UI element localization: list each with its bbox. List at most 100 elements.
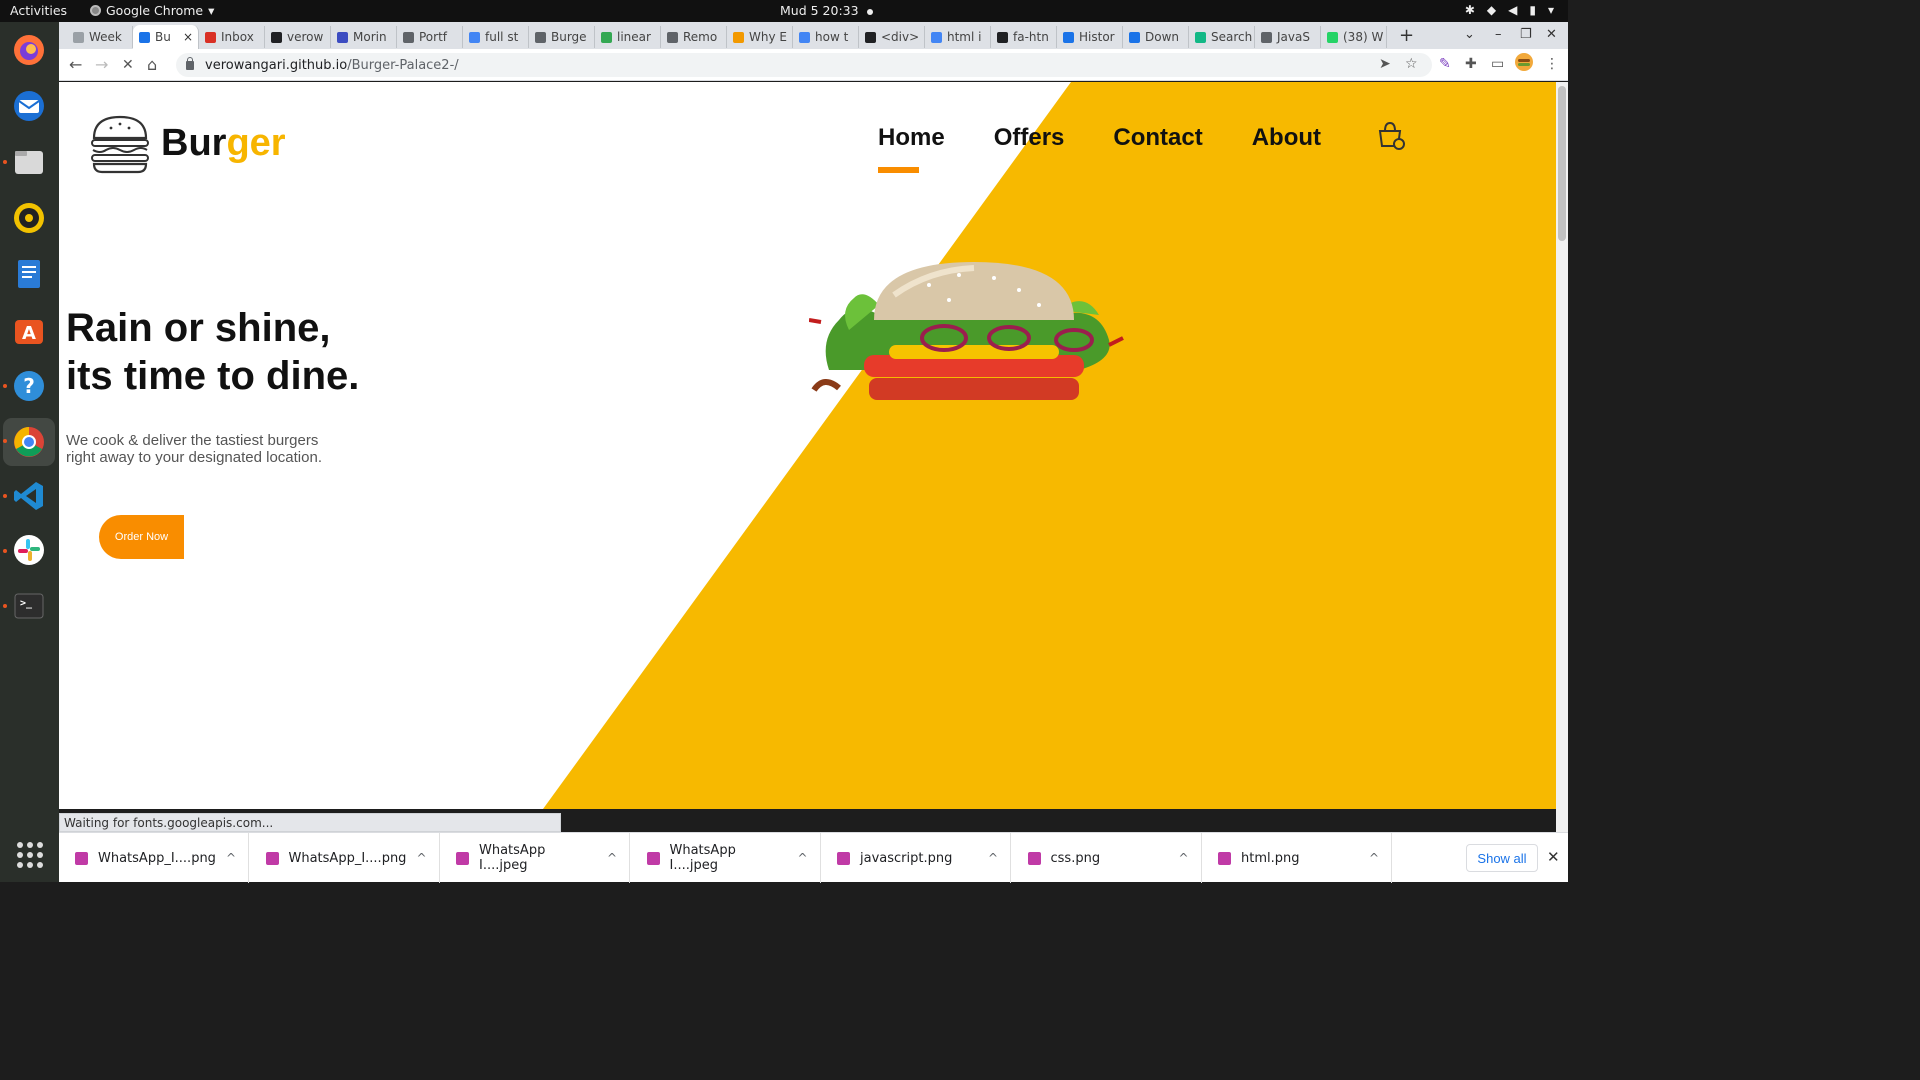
tab-label: full st	[485, 30, 519, 44]
status-bubble: Waiting for fonts.googleapis.com...	[59, 813, 561, 832]
download-item[interactable]: javascript.png ^	[821, 833, 1011, 883]
cart-icon[interactable]	[1375, 120, 1407, 152]
slack-icon[interactable]	[9, 530, 49, 570]
browser-tab[interactable]: Inbox	[199, 26, 265, 48]
browser-tab[interactable]: full st	[463, 26, 529, 48]
browser-tab[interactable]: JavaS	[1255, 26, 1321, 48]
nav-offers-link[interactable]: Offers	[994, 124, 1065, 152]
forward-icon[interactable]: →	[95, 55, 108, 74]
browser-tab[interactable]: verow	[265, 26, 331, 48]
nav-home-link[interactable]: Home	[878, 124, 945, 173]
download-item[interactable]: WhatsApp_I....png ^	[250, 833, 440, 883]
browser-tab[interactable]: Bu ×	[133, 25, 199, 49]
browser-tab[interactable]: Histor	[1057, 26, 1123, 48]
close-tab-icon[interactable]: ×	[183, 30, 193, 44]
chrome-menu-icon[interactable]: ⋮	[1545, 56, 1559, 72]
chrome-dock-icon[interactable]	[3, 418, 55, 466]
vscode-icon[interactable]	[9, 476, 49, 516]
tab-favicon-icon	[799, 31, 810, 43]
download-item[interactable]: WhatsApp I....jpeg ^	[631, 833, 821, 883]
firefox-icon[interactable]	[9, 30, 49, 70]
system-tray[interactable]: ✱ ◆ ◀ ▮ ▾	[1465, 3, 1554, 17]
close-download-shelf-icon[interactable]: ✕	[1547, 848, 1560, 866]
browser-tab[interactable]: Portf	[397, 26, 463, 48]
site-logo[interactable]: Burger	[89, 112, 286, 174]
nav-about-link[interactable]: About	[1252, 124, 1321, 152]
browser-tab[interactable]: (38) W	[1321, 26, 1387, 48]
send-tab-icon[interactable]: ➤	[1379, 56, 1391, 72]
browser-tab[interactable]: fa-htn	[991, 26, 1057, 48]
tab-favicon-icon	[667, 31, 678, 43]
browser-tab[interactable]: Down	[1123, 26, 1189, 48]
minimize-icon[interactable]: –	[1495, 27, 1502, 42]
thunderbird-icon[interactable]	[9, 86, 49, 126]
download-filename: css.png	[1050, 850, 1101, 866]
app-menu[interactable]: Google Chrome ▾	[90, 3, 214, 18]
battery-icon: ▮	[1529, 3, 1536, 17]
running-indicator	[3, 494, 7, 498]
download-item[interactable]: WhatsApp_I....png ^	[59, 833, 249, 883]
help-icon[interactable]: ?	[9, 366, 49, 406]
browser-tab[interactable]: html i	[925, 26, 991, 48]
tab-label: fa-htn	[1013, 30, 1049, 44]
cast-icon[interactable]: ▭	[1491, 56, 1504, 72]
browser-tab[interactable]: <div>	[859, 26, 925, 48]
browser-tab[interactable]: Morin	[331, 26, 397, 48]
order-now-button[interactable]: Order Now	[99, 515, 184, 559]
browser-tab[interactable]: Burge	[529, 26, 595, 48]
show-all-downloads-button[interactable]: Show all	[1466, 844, 1538, 872]
download-options-chevron-icon[interactable]: ^	[988, 851, 998, 865]
tab-label: html i	[947, 30, 982, 44]
download-item[interactable]: html.png ^	[1202, 833, 1392, 883]
terminal-icon[interactable]: >_	[9, 586, 49, 626]
ubuntu-software-icon[interactable]: A	[9, 310, 49, 350]
browser-tab[interactable]: how t	[793, 26, 859, 48]
hero-heading-line2: its time to dine.	[66, 354, 360, 398]
activities-button[interactable]: Activities	[10, 3, 67, 18]
profile-avatar[interactable]	[1515, 53, 1533, 75]
browser-tab[interactable]: Remo	[661, 26, 727, 48]
power-menu-icon: ▾	[1547, 3, 1554, 17]
bookmark-star-icon[interactable]: ☆	[1405, 56, 1418, 72]
download-filename: html.png	[1241, 850, 1300, 866]
clock[interactable]: Mud 5 20:33	[780, 3, 873, 18]
back-icon[interactable]: ←	[69, 55, 82, 74]
address-bar[interactable]: verowangari.github.io/Burger-Palace2-/	[176, 53, 1432, 77]
stop-loading-icon[interactable]: ✕	[122, 57, 134, 73]
tab-search-icon[interactable]: ⌄	[1464, 27, 1475, 42]
tab-label: linear	[617, 30, 651, 44]
browser-tab[interactable]: Search	[1189, 26, 1255, 48]
running-indicator	[3, 549, 7, 553]
hero-subtitle: We cook & deliver the tastiest burgers r…	[66, 432, 366, 466]
restore-icon[interactable]: ❐	[1520, 27, 1532, 42]
scrollbar-thumb[interactable]	[1558, 86, 1566, 241]
download-item[interactable]: WhatsApp I....jpeg ^	[440, 833, 630, 883]
download-options-chevron-icon[interactable]: ^	[226, 851, 236, 865]
download-options-chevron-icon[interactable]: ^	[416, 851, 426, 865]
download-options-chevron-icon[interactable]: ^	[1369, 851, 1379, 865]
download-options-chevron-icon[interactable]: ^	[607, 851, 617, 865]
files-icon[interactable]	[9, 142, 49, 182]
page-scrollbar[interactable]	[1556, 82, 1568, 832]
app-name: Google Chrome	[106, 3, 204, 18]
rhythmbox-icon[interactable]	[9, 198, 49, 238]
chrome-app-icon	[90, 5, 101, 16]
libreoffice-writer-icon[interactable]	[9, 254, 49, 294]
nav-contact-link[interactable]: Contact	[1113, 124, 1202, 152]
app-menu-arrow-icon: ▾	[208, 3, 215, 18]
download-options-chevron-icon[interactable]: ^	[797, 851, 807, 865]
browser-tab[interactable]: Week	[67, 26, 133, 48]
hero-subtitle-line2: right away to your designated location.	[66, 449, 322, 466]
home-icon[interactable]: ⌂	[147, 55, 157, 74]
eyedropper-extension-icon[interactable]: ✎	[1439, 56, 1451, 72]
download-options-chevron-icon[interactable]: ^	[1178, 851, 1188, 865]
browser-tab[interactable]: linear	[595, 26, 661, 48]
tab-label: Histor	[1079, 30, 1115, 44]
download-item[interactable]: css.png ^	[1012, 833, 1202, 883]
close-window-icon[interactable]: ✕	[1546, 27, 1557, 42]
show-applications-icon[interactable]	[17, 842, 43, 868]
browser-tab[interactable]: Why E	[727, 26, 793, 48]
burger-hero-image	[809, 262, 1124, 400]
new-tab-button[interactable]: +	[1399, 25, 1414, 46]
extensions-icon[interactable]: ✚	[1465, 56, 1477, 72]
